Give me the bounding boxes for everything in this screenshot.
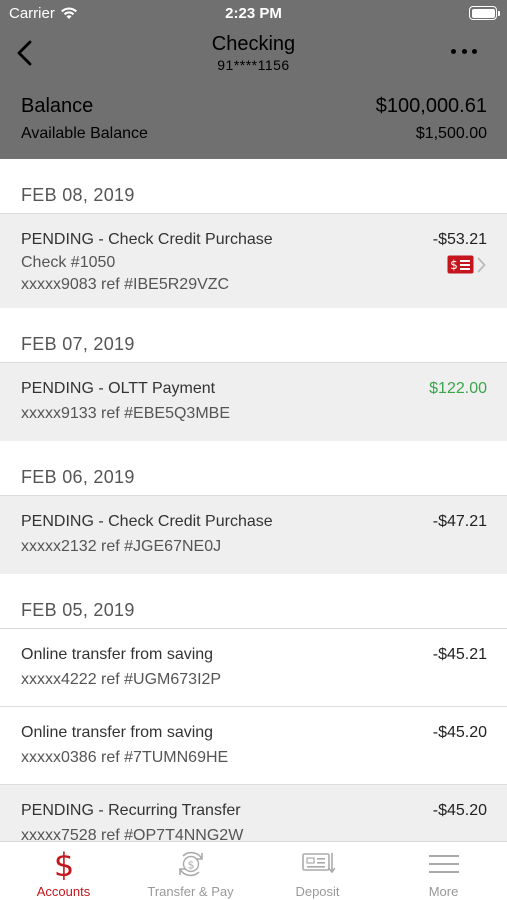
svg-text:$: $ xyxy=(187,859,194,872)
chevron-right-icon xyxy=(477,257,486,272)
transaction-row[interactable]: PENDING - OLTT Payment xxxxx9133 ref #EB… xyxy=(0,362,507,441)
transaction-row[interactable]: Online transfer from saving xxxxx4222 re… xyxy=(0,628,507,706)
check-number: Check #1050 xyxy=(21,254,116,271)
transaction-row[interactable]: PENDING - Recurring Transfer xxxxx7528 r… xyxy=(0,784,507,841)
tab-deposit[interactable]: Deposit xyxy=(254,842,381,900)
transaction-amount: -$45.20 xyxy=(432,724,487,741)
transaction-reference: xxxxx9083 ref #IBE5R29VZC xyxy=(21,276,230,293)
transaction-reference: xxxxx0386 ref #7TUMN69HE xyxy=(21,749,229,766)
transaction-reference: xxxxx9133 ref #EBE5Q3MBE xyxy=(21,405,230,422)
date-header: FEB 06, 2019 xyxy=(0,441,507,495)
page-title-block: Checking 91****1156 xyxy=(0,32,507,74)
transaction-amount: -$45.21 xyxy=(432,646,487,663)
date-header: FEB 07, 2019 xyxy=(0,308,507,362)
balance-row: Balance $100,000.61 xyxy=(21,95,487,118)
ellipsis-dot-icon xyxy=(451,48,456,54)
dollar-icon: $ xyxy=(53,848,73,880)
status-time: 2:23 PM xyxy=(225,5,282,22)
balance-label: Balance xyxy=(21,95,94,117)
account-header: Carrier 2:23 PM Checking 91****1156 Bala… xyxy=(0,0,507,159)
available-balance-label: Available Balance xyxy=(21,125,148,142)
transaction-reference: xxxxx7528 ref #OP7T4NNG2W xyxy=(21,827,244,841)
transaction-description: PENDING - Check Credit Purchase xyxy=(21,231,273,248)
transaction-description: PENDING - Recurring Transfer xyxy=(21,802,241,819)
svg-text:$: $ xyxy=(450,258,458,272)
tab-more[interactable]: More xyxy=(380,842,507,900)
account-number: 91****1156 xyxy=(217,57,290,73)
transaction-reference: xxxxx2132 ref #JGE67NE0J xyxy=(21,538,222,555)
ellipsis-dot-icon xyxy=(472,48,477,54)
available-balance-row: Available Balance $1,500.00 xyxy=(21,125,487,143)
hamburger-icon xyxy=(428,855,459,873)
more-options-button[interactable] xyxy=(451,44,477,58)
transaction-reference: xxxxx4222 ref #UGM673I2P xyxy=(21,671,222,688)
tab-label: Accounts xyxy=(36,884,91,899)
transaction-description: Online transfer from saving xyxy=(21,724,214,741)
tab-label: Deposit xyxy=(295,884,340,899)
transfer-pay-icon: $ xyxy=(178,851,203,877)
ellipsis-dot-icon xyxy=(461,48,467,54)
page-title: Checking xyxy=(211,33,296,55)
date-header: FEB 08, 2019 xyxy=(0,159,507,213)
tab-label: Transfer & Pay xyxy=(147,884,234,899)
transaction-list[interactable]: FEB 08, 2019 PENDING - Check Credit Purc… xyxy=(0,159,507,841)
svg-text:$: $ xyxy=(53,848,73,880)
transaction-description: PENDING - Check Credit Purchase xyxy=(21,513,273,530)
transaction-amount: -$53.21 xyxy=(432,231,487,248)
check-image-icon: $ xyxy=(447,255,474,274)
tab-accounts[interactable]: $ Accounts xyxy=(0,842,127,900)
tab-transfer-pay[interactable]: $ Transfer & Pay xyxy=(127,842,254,900)
status-bar: Carrier 2:23 PM xyxy=(0,0,507,28)
transaction-row[interactable]: Online transfer from saving xxxxx0386 re… xyxy=(0,706,507,784)
date-header: FEB 05, 2019 xyxy=(0,574,507,628)
check-image-link[interactable]: $ xyxy=(447,255,486,274)
available-balance-value: $1,500.00 xyxy=(415,125,487,142)
transaction-amount: $122.00 xyxy=(429,380,487,397)
tab-label: More xyxy=(428,884,459,899)
transaction-row[interactable]: PENDING - Check Credit Purchase xxxxx213… xyxy=(0,495,507,574)
transaction-row[interactable]: PENDING - Check Credit Purchase Check #1… xyxy=(0,213,507,308)
bottom-tab-bar: $ Accounts $ Transfer & Pay Deposit More xyxy=(0,841,507,900)
transaction-description: PENDING - OLTT Payment xyxy=(21,380,216,397)
balance-value: $100,000.61 xyxy=(375,95,487,117)
transaction-description: Online transfer from saving xyxy=(21,646,214,663)
battery-icon xyxy=(469,6,500,20)
transaction-amount: -$45.20 xyxy=(432,802,487,819)
deposit-icon xyxy=(301,853,335,874)
transaction-amount: -$47.21 xyxy=(432,513,487,530)
